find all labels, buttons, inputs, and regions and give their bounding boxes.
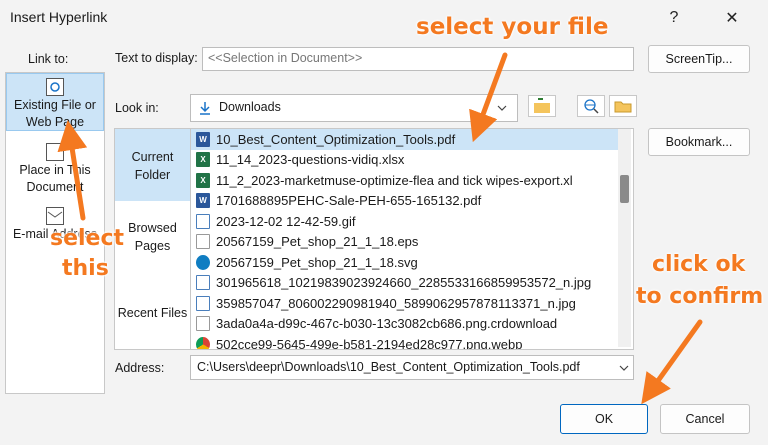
annotation-click-ok: click ok <box>652 252 746 277</box>
annotation-select-file: select your file <box>416 14 609 40</box>
annotation-arrows <box>57 52 703 405</box>
annotation-to-confirm: to confirm <box>636 284 764 309</box>
annotation-this: this <box>62 256 109 281</box>
arrow-to-existing-file <box>57 120 88 221</box>
annotation-select: select <box>50 226 125 251</box>
arrow-to-file <box>469 52 508 143</box>
arrow-to-ok <box>641 319 703 405</box>
